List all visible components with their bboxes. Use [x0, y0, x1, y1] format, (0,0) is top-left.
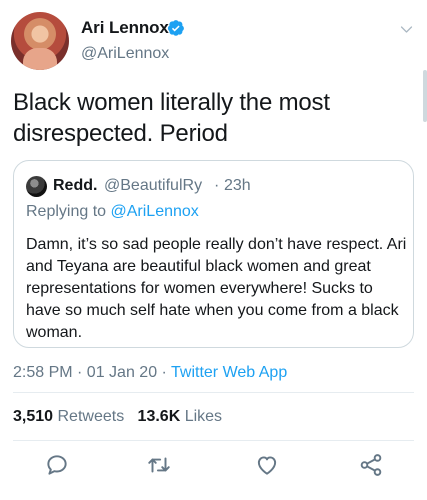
tweet-actions [0, 452, 427, 482]
reply-icon [47, 455, 67, 475]
avatar[interactable] [11, 12, 69, 70]
tweet-meta: 2:58 PM · 01 Jan 20 · Twitter Web App [13, 364, 287, 382]
likes-label[interactable]: Likes [185, 408, 222, 425]
tweet-timestamp[interactable]: 2:58 PM · 01 Jan 20 · [13, 364, 171, 381]
share-icon [360, 454, 382, 476]
retweet-button[interactable] [146, 452, 172, 478]
replying-prefix: Replying to [26, 203, 111, 220]
likes-count[interactable]: 13.6K [138, 408, 181, 425]
tweet-stats: 3,510 Retweets 13.6K Likes [13, 408, 222, 426]
tweet-text: Black women literally the most disrespec… [13, 89, 330, 147]
reply-button[interactable] [44, 452, 70, 478]
quoted-display-name: Redd. [53, 177, 98, 194]
divider [13, 440, 414, 441]
chevron-down-icon[interactable] [399, 22, 414, 37]
scroll-indicator [423, 70, 427, 122]
quoted-handle: @BeautifulRy [104, 177, 203, 194]
quoted-avatar [26, 176, 47, 197]
quoted-text: Damn, it’s so sad people really don’t ha… [26, 236, 407, 341]
replying-to: Replying to @AriLennox [26, 203, 199, 221]
quoted-separator: · [214, 177, 220, 194]
author-handle[interactable]: @AriLennox [81, 45, 169, 63]
retweet-icon [148, 457, 170, 473]
quoted-tweet[interactable]: Redd. @BeautifulRy · 23h Replying to @Ar… [13, 160, 414, 348]
replying-to-handle[interactable]: @AriLennox [111, 203, 199, 220]
like-button[interactable] [254, 452, 280, 478]
author-display-name[interactable]: Ari Lennox [81, 18, 169, 38]
heart-icon [257, 456, 277, 475]
tweet-source[interactable]: Twitter Web App [171, 364, 287, 381]
retweets-count[interactable]: 3,510 [13, 408, 53, 425]
tweet-header: Ari Lennox @AriLennox [0, 0, 427, 122]
verified-badge-icon [167, 20, 184, 36]
divider [13, 392, 414, 393]
retweets-label[interactable]: Retweets [58, 408, 125, 425]
quoted-time: 23h [224, 177, 251, 194]
share-button[interactable] [358, 452, 384, 478]
